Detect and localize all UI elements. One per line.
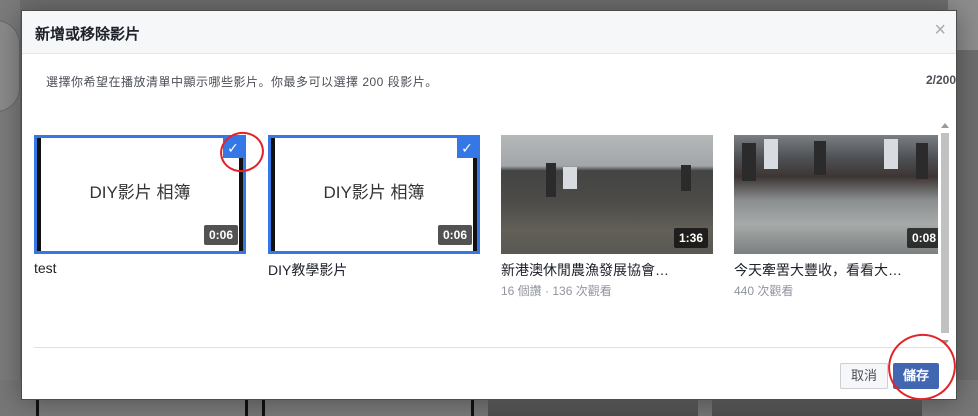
video-title: 今天牽罟大豐收，看看大…	[734, 262, 902, 278]
person-figure	[814, 141, 826, 175]
scroll-up-arrow-icon[interactable]	[941, 123, 949, 128]
person-figure	[546, 163, 556, 197]
person-figure	[742, 143, 756, 181]
duration-badge: 1:36	[673, 228, 708, 248]
video-title: test	[34, 260, 57, 276]
person-figure	[916, 143, 928, 179]
duration-badge: 0:08	[906, 228, 938, 248]
video-title: DIY教學影片	[268, 262, 348, 278]
video-thumbnail[interactable]: 1:36	[501, 135, 713, 254]
video-thumbnail[interactable]: DIY影片 相簿 0:06 ✓	[34, 135, 246, 254]
video-card-test[interactable]: DIY影片 相簿 0:06 ✓ test	[34, 135, 246, 276]
add-remove-videos-dialog: 新增或移除影片 × 選擇你希望在播放清單中顯示哪些影片。你最多可以選擇 200 …	[21, 10, 957, 400]
background-thumb	[262, 398, 474, 416]
background-thumb	[712, 398, 922, 416]
video-grid: DIY影片 相簿 0:06 ✓ test DIY影片 相簿 0:06 ✓ DIY…	[34, 135, 938, 345]
close-icon[interactable]: ×	[934, 20, 946, 40]
thumbnail-caption: DIY影片 相簿	[323, 183, 425, 202]
person-figure	[884, 139, 898, 169]
duration-badge: 0:06	[203, 225, 238, 245]
duration-badge: 0:06	[437, 225, 472, 245]
person-figure	[681, 165, 691, 191]
footer-divider	[34, 347, 944, 348]
thumbnail-caption: DIY影片 相簿	[89, 183, 191, 202]
checkmark-icon[interactable]: ✓	[457, 138, 477, 158]
video-thumbnail[interactable]: DIY影片 相簿 0:06 ✓	[268, 135, 480, 254]
video-stats: 16 個讚 · 136 次觀看	[501, 284, 612, 298]
background-thumb	[488, 398, 698, 416]
person-figure	[563, 167, 577, 189]
video-card-fishing[interactable]: 0:08 今天牽罟大豐收，看看大… 440 次觀看	[734, 135, 938, 299]
instruction-text: 選擇你希望在播放清單中顯示哪些影片。你最多可以選擇 200 段影片。	[46, 75, 438, 89]
video-grid-scrollbar[interactable]	[940, 123, 950, 345]
video-card-beach[interactable]: 1:36 新港澳休閒農漁發展協會… 16 個讚 · 136 次觀看	[501, 135, 713, 299]
dialog-title: 新增或移除影片	[35, 26, 141, 43]
video-title: 新港澳休閒農漁發展協會…	[501, 262, 669, 278]
scroll-thumb[interactable]	[941, 133, 949, 333]
person-figure	[764, 139, 778, 169]
cancel-button[interactable]: 取消	[840, 363, 889, 389]
video-card-diy[interactable]: DIY影片 相簿 0:06 ✓ DIY教學影片	[268, 135, 480, 280]
video-thumbnail[interactable]: 0:08	[734, 135, 938, 254]
video-stats: 440 次觀看	[734, 284, 794, 298]
dialog-header: 新增或移除影片 ×	[22, 11, 956, 54]
background-profile-bubble	[0, 20, 20, 112]
background-thumb	[36, 398, 248, 416]
selection-counter: 2/200	[925, 73, 956, 87]
